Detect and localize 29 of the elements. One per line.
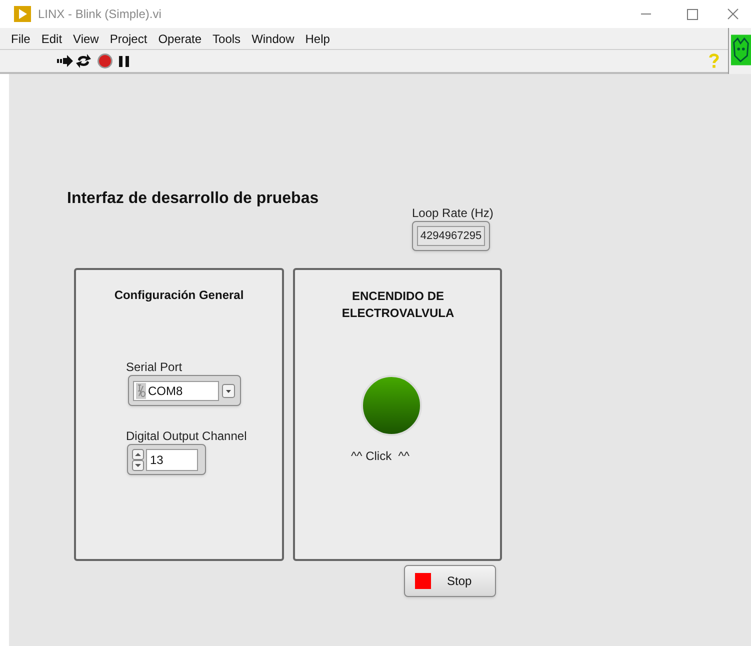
serial-port-dropdown[interactable]: COM8 xyxy=(128,375,241,406)
led-caption: ^^ Click ^^ xyxy=(351,448,410,465)
channel-label: Digital Output Channel xyxy=(126,428,247,445)
panel-title: Configuración General xyxy=(113,287,245,304)
run-continuously-icon[interactable] xyxy=(76,54,91,68)
menu-item[interactable]: Project xyxy=(104,30,152,48)
loop-rate-label: Loop Rate (Hz) xyxy=(412,205,494,222)
menu-item[interactable]: Tools xyxy=(208,30,246,48)
serial-port-label: Serial Port xyxy=(126,359,182,376)
app-logo-icon xyxy=(14,6,31,22)
abort-icon[interactable] xyxy=(97,53,113,69)
menu-item[interactable]: File xyxy=(6,30,36,48)
channel-numeric-control[interactable]: 13 xyxy=(127,444,206,475)
panel-heading: Interfaz de desarrollo de pruebas xyxy=(67,189,319,209)
menu-item[interactable]: View xyxy=(68,30,104,48)
menu-item[interactable]: Window xyxy=(246,30,300,48)
stop-button[interactable]: Stop xyxy=(404,565,496,597)
stop-square-icon xyxy=(415,573,431,589)
spinner-arrows-icon[interactable] xyxy=(132,448,144,470)
window-title: LINX - Blink (Simple).vi xyxy=(38,6,162,23)
menu-item[interactable]: Edit xyxy=(36,30,68,48)
loop-rate-indicator: 4294967295 xyxy=(412,221,490,251)
menu-item[interactable]: Operate xyxy=(153,30,207,48)
io-icon xyxy=(136,382,146,398)
vi-icon xyxy=(731,34,751,66)
run-arrow-icon[interactable] xyxy=(57,55,73,67)
pause-icon[interactable] xyxy=(119,56,129,66)
menu-item[interactable]: Help xyxy=(300,30,335,48)
panel-title: ENCENDIDO DE ELECTROVALVULA xyxy=(340,288,456,322)
